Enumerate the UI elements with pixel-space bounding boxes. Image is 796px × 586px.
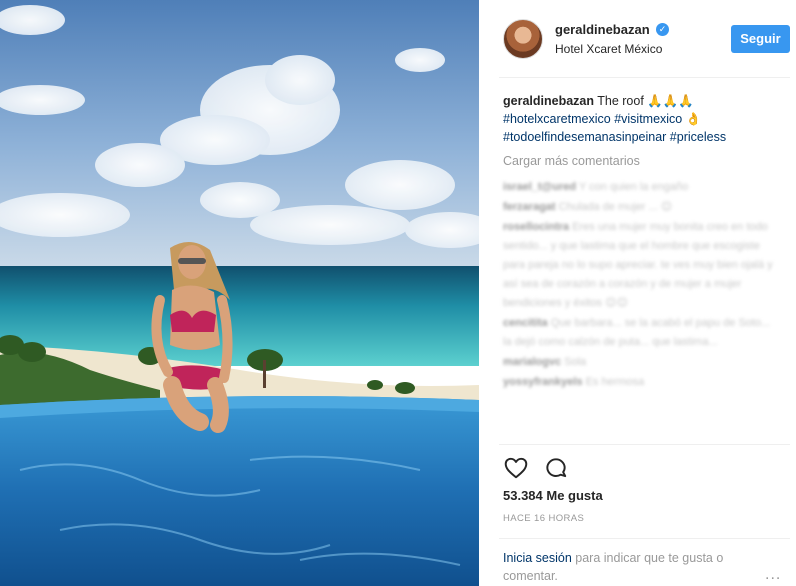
comment-text: Es hermosa <box>585 376 645 388</box>
comments-list: israel_t@ured Y con quien la engaño ferz… <box>503 178 773 393</box>
login-divider <box>499 538 790 539</box>
comment-username[interactable]: yossyfrankyels <box>503 376 583 388</box>
comment-text: Eres una mujer muy bonita creo en todo s… <box>503 221 773 309</box>
comment-username[interactable]: marialogvc <box>503 356 561 368</box>
comment-username[interactable]: israel_t@ured <box>503 181 576 193</box>
likes-count[interactable]: 53.384 Me gusta <box>503 488 603 503</box>
list-item: rosellocintra Eres una mujer muy bonita … <box>503 218 773 313</box>
post-photo[interactable] <box>0 0 479 586</box>
login-link[interactable]: Inicia sesión <box>503 551 572 565</box>
more-options-icon[interactable]: ... <box>765 566 781 584</box>
comment-text: Sola <box>564 356 587 368</box>
hashtag-hotelxcaretmexico[interactable]: #hotelxcaretmexico <box>503 112 611 126</box>
hashtag-visitmexico[interactable]: #visitmexico <box>614 112 682 126</box>
heart-icon[interactable] <box>503 455 529 481</box>
list-item: yossyfrankyels Es hermosa <box>503 373 773 392</box>
list-item: marialogvc Sola <box>503 353 773 372</box>
header-divider <box>499 77 790 78</box>
load-more-comments-link[interactable]: Cargar más comentarios <box>503 154 640 168</box>
list-item: cencitita Que barbara... se la acabó el … <box>503 314 773 352</box>
comment-text: Y con quien la engaño <box>578 181 689 193</box>
comment-text: Chulada de mujer ... 😊 <box>558 201 673 213</box>
login-prompt: Inicia sesión para indicar que te gusta … <box>503 549 768 585</box>
hashtag-priceless[interactable]: #priceless <box>670 130 726 144</box>
hashtag-todoelfindesemanasinpeinar[interactable]: #todoelfindesemanasinpeinar <box>503 130 666 144</box>
actions-divider <box>499 444 790 445</box>
header-location[interactable]: Hotel Xcaret México <box>555 42 662 56</box>
follow-button[interactable]: Seguir <box>731 25 790 53</box>
post-photo-image <box>0 0 479 586</box>
list-item: israel_t@ured Y con quien la engaño <box>503 178 773 197</box>
comment-icon[interactable] <box>543 455 569 481</box>
post-header: geraldinebazan ✓ Hotel Xcaret México Seg… <box>479 0 796 78</box>
avatar[interactable] <box>503 19 543 59</box>
caption-username[interactable]: geraldinebazan <box>503 94 594 108</box>
post-timestamp[interactable]: HACE 16 HORAS <box>503 513 584 524</box>
post-side-panel: geraldinebazan ✓ Hotel Xcaret México Seg… <box>479 0 796 586</box>
caption-emoji: 👌 <box>685 112 702 126</box>
comment-username[interactable]: cencitita <box>503 317 548 329</box>
post-caption: geraldinebazan The roof 🙏🙏🙏 #hotelxcaret… <box>503 92 788 146</box>
header-username[interactable]: geraldinebazan <box>555 22 650 37</box>
verified-badge-icon: ✓ <box>656 23 669 36</box>
comment-username[interactable]: rosellocintra <box>503 221 569 233</box>
caption-text: The roof 🙏🙏🙏 <box>597 94 694 108</box>
list-item: ferzaragat Chulada de mujer ... 😊 <box>503 198 773 217</box>
comment-username[interactable]: ferzaragat <box>503 201 556 213</box>
post-actions <box>503 455 583 481</box>
